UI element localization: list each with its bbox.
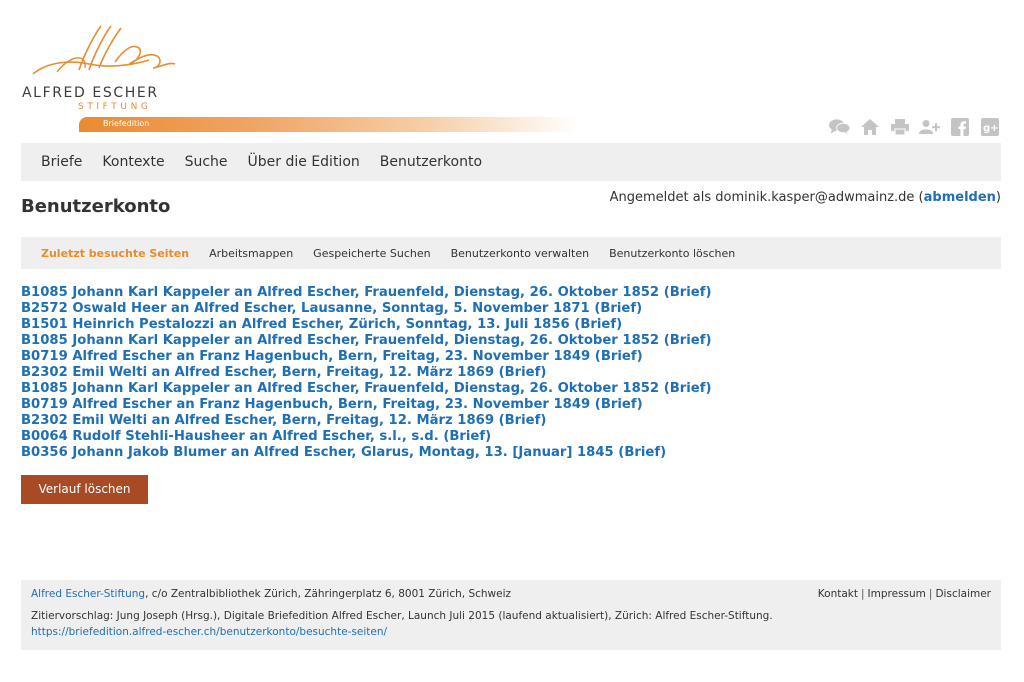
logo-band: Briefedition [79,117,579,132]
nav-item-ueber-die-edition[interactable]: Über die Edition [238,143,370,181]
visited-link[interactable]: B0064 Rudolf Stehli-Hausheer an Alfred E… [21,429,712,445]
nav-item-suche[interactable]: Suche [175,143,238,181]
facebook-icon[interactable] [949,117,970,136]
foundation-link[interactable]: Alfred Escher-Stiftung [31,588,145,600]
login-status: Angemeldet als dominik.kasper@adwmainz.d… [610,190,1001,205]
tab-benutzerkonto-loeschen[interactable]: Benutzerkonto löschen [599,237,745,270]
visited-link[interactable]: B2302 Emil Welti an Alfred Escher, Bern,… [21,413,712,429]
footer-link-kontakt[interactable]: Kontakt [818,588,858,600]
toolbar-icons: g+ [829,117,1000,136]
svg-text:g+: g+ [983,123,999,134]
visited-link[interactable]: B2302 Emil Welti an Alfred Escher, Bern,… [21,365,712,381]
login-text: Angemeldet als dominik.kasper@adwmainz.d… [609,190,924,205]
visited-link[interactable]: B1085 Johann Karl Kappeler an Alfred Esc… [21,333,712,349]
footer: Alfred Escher-Stiftung, c/o Zentralbibli… [21,580,1001,650]
account-subnav: Zuletzt besuchte Seiten Arbeitsmappen Ge… [21,237,1001,269]
page-title: Benutzerkonto [21,196,171,217]
main-nav: Briefe Kontexte Suche Über die Edition B… [21,143,1001,181]
logo-name: ALFRED ESCHER [22,85,159,101]
clear-history-button[interactable]: Verlauf löschen [21,475,148,504]
comments-icon[interactable] [829,117,850,136]
footer-links: Kontakt | Impressum | Disclaimer [818,588,991,600]
logout-link[interactable]: abmelden [924,190,996,205]
nav-item-kontexte[interactable]: Kontexte [92,143,174,181]
visited-link[interactable]: B1085 Johann Karl Kappeler an Alfred Esc… [21,381,712,397]
add-user-icon[interactable] [919,117,940,136]
citation-text: Zitiervorschlag: Jung Joseph (Hrsg.), Di… [31,610,773,622]
footer-address: Alfred Escher-Stiftung, c/o Zentralbibli… [31,588,511,600]
home-icon[interactable] [859,117,880,136]
visited-pages-list: B1085 Johann Karl Kappeler an Alfred Esc… [21,285,712,461]
footer-separator: | [861,588,865,600]
address-text: , c/o Zentralbibliothek Zürich, Zähringe… [145,588,512,600]
tab-benutzerkonto-verwalten[interactable]: Benutzerkonto verwalten [441,237,600,270]
citation-url[interactable]: https://briefedition.alfred-escher.ch/be… [31,626,387,638]
visited-link[interactable]: B1085 Johann Karl Kappeler an Alfred Esc… [21,285,712,301]
visited-link[interactable]: B0356 Johann Jakob Blumer an Alfred Esch… [21,445,712,461]
nav-item-benutzerkonto[interactable]: Benutzerkonto [370,143,492,181]
visited-link[interactable]: B0719 Alfred Escher an Franz Hagenbuch, … [21,397,712,413]
visited-link[interactable]: B2572 Oswald Heer an Alfred Escher, Laus… [21,301,712,317]
tab-gespeicherte-suchen[interactable]: Gespeicherte Suchen [303,237,440,270]
footer-link-impressum[interactable]: Impressum [868,588,926,600]
visited-link[interactable]: B0719 Alfred Escher an Franz Hagenbuch, … [21,349,712,365]
login-suffix: ) [995,190,1001,205]
nav-item-briefe[interactable]: Briefe [31,143,92,181]
print-icon[interactable] [889,117,910,136]
tab-arbeitsmappen[interactable]: Arbeitsmappen [199,237,303,270]
signature-logo-icon [32,25,176,75]
site-logo[interactable]: ALFRED ESCHER STIFTUNG Briefedition [21,22,581,134]
footer-link-disclaimer[interactable]: Disclaimer [935,588,991,600]
edition-badge: Briefedition [103,119,150,128]
tab-zuletzt-besucht[interactable]: Zuletzt besuchte Seiten [31,237,199,270]
logo-subtitle: STIFTUNG [78,102,152,112]
google-plus-icon[interactable]: g+ [979,117,1000,136]
visited-link[interactable]: B1501 Heinrich Pestalozzi an Alfred Esch… [21,317,712,333]
